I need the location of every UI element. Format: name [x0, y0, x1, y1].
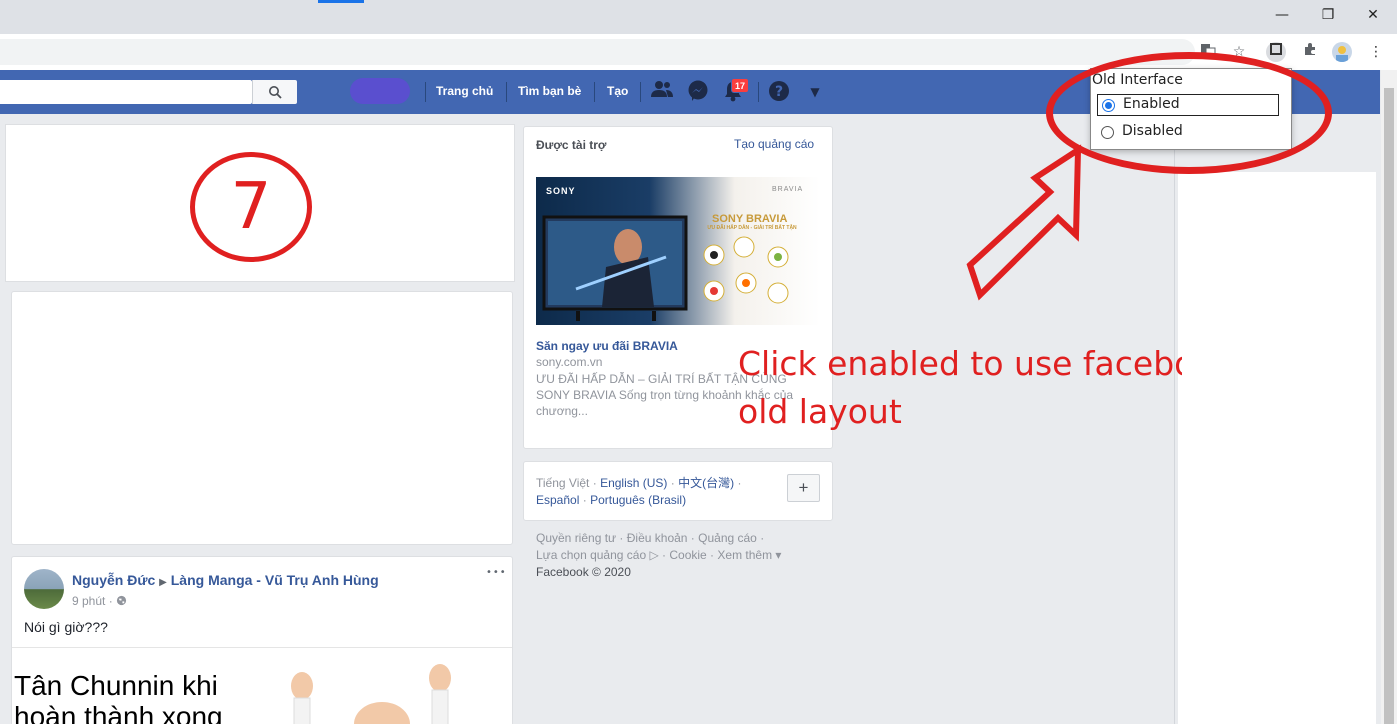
post-image[interactable]: Tân Chunnin khi hoàn thành xong — [12, 647, 512, 724]
language-list: Tiếng Việt · English (US) · 中文(台灣) · Esp… — [536, 475, 776, 509]
footer-cookie-link[interactable]: Cookie — [669, 548, 706, 562]
search-icon — [269, 86, 282, 99]
footer-ads-link[interactable]: Quảng cáo — [698, 531, 757, 545]
annotation-ellipse — [1046, 52, 1332, 174]
nav-divider — [758, 82, 759, 102]
friend-requests-icon[interactable] — [650, 80, 674, 104]
nav-divider — [594, 82, 595, 102]
post-author-avatar[interactable] — [24, 569, 64, 609]
ad-image[interactable]: SONY BRAVIA SONY BRAVIA ƯU ĐÃI HẤP DẪN -… — [536, 177, 820, 325]
post-image-caption: Tân Chunnin khi hoàn thành xong — [14, 670, 223, 724]
nav-divider — [425, 82, 426, 102]
footer-ad-choices-link[interactable]: Lựa chọn quảng cáo ▷ — [536, 548, 659, 562]
ad-brand-bravia: BRAVIA — [772, 186, 804, 193]
post-group-link[interactable]: Làng Manga - Vũ Trụ Anh Hùng — [171, 572, 379, 588]
post-card: Nguyễn Đức ▶ Làng Manga - Vũ Trụ Anh Hùn… — [11, 556, 513, 724]
arrow-icon: ▶ — [159, 577, 167, 588]
search-button[interactable] — [252, 80, 297, 104]
browser-titlebar — [0, 0, 1397, 34]
chat-sidebar-content — [1178, 172, 1376, 724]
address-bar[interactable] — [0, 39, 1195, 65]
nav-home[interactable]: Trang chủ — [436, 84, 493, 98]
svg-text:?: ? — [775, 84, 783, 100]
footer-links: Quyền riêng tư · Điều khoản · Quảng cáo … — [536, 530, 826, 581]
ad-brand-sony: SONY — [546, 186, 576, 196]
restore-button[interactable]: ❐ — [1318, 6, 1338, 24]
extension-icon[interactable] — [1266, 42, 1286, 62]
nav-create[interactable]: Tạo — [607, 84, 628, 98]
footer-privacy-link[interactable]: Quyền riêng tư — [536, 531, 616, 545]
menu-icon[interactable]: ⋮ — [1366, 42, 1386, 62]
footer-more-link[interactable]: Xem thêm ▾ — [717, 548, 781, 562]
add-language-button[interactable]: + — [787, 474, 820, 502]
help-icon[interactable]: ? — [767, 80, 791, 104]
sep: · — [582, 493, 587, 507]
stories-card — [11, 291, 513, 545]
nav-divider — [506, 82, 507, 102]
nav-divider — [640, 82, 641, 102]
create-ad-link[interactable]: Tạo quảng cáo — [734, 137, 814, 151]
post-text: Nói gì giờ??? — [24, 619, 108, 635]
annotation-arrow — [966, 144, 1082, 301]
scrollbar-thumb[interactable] — [1384, 88, 1394, 724]
globe-icon — [116, 595, 127, 606]
language-current: Tiếng Việt — [536, 476, 590, 490]
annotation-instruction: Click enabled to use facebo old layout — [738, 344, 1182, 431]
cheering-man-illustration — [291, 664, 451, 724]
search-input[interactable] — [0, 80, 252, 104]
post-time[interactable]: 9 phút — [72, 594, 105, 608]
post-timestamp[interactable]: 9 phút · — [72, 594, 127, 608]
notification-count-badge: 17 — [731, 78, 749, 93]
messenger-icon[interactable] — [686, 80, 710, 104]
minimize-button[interactable]: — — [1272, 6, 1292, 24]
post-author-link[interactable]: Nguyễn Đức — [72, 572, 155, 588]
ad-domain[interactable]: sony.com.vn — [536, 355, 602, 369]
puzzle-icon[interactable] — [1300, 42, 1320, 62]
ad-image-headline: SONY BRAVIA — [712, 213, 788, 225]
ad-title-link[interactable]: Săn ngay ưu đãi BRAVIA — [536, 339, 678, 353]
footer-copyright: Facebook © 2020 — [536, 565, 631, 579]
active-tab-indicator[interactable] — [318, 0, 364, 3]
sep: · — [737, 476, 742, 490]
ad-tv-illustration — [542, 215, 688, 321]
nav-find-friends[interactable]: Tìm bạn bè — [518, 84, 581, 98]
language-chinese[interactable]: 中文(台灣) — [678, 476, 734, 490]
post-more-options-icon[interactable]: ••• — [486, 567, 507, 578]
language-english[interactable]: English (US) — [600, 476, 667, 490]
avatar[interactable] — [1332, 42, 1352, 62]
sponsored-header: Được tài trợ — [536, 138, 607, 152]
language-portuguese[interactable]: Português (Brasil) — [590, 493, 686, 507]
language-spanish[interactable]: Español — [536, 493, 579, 507]
footer-terms-link[interactable]: Điều khoản — [627, 531, 688, 545]
profile-link[interactable] — [350, 78, 410, 104]
post-header: Nguyễn Đức ▶ Làng Manga - Vũ Trụ Anh Hùn… — [72, 572, 379, 588]
sep: · — [108, 594, 113, 608]
sep: · — [592, 476, 597, 490]
close-button[interactable]: ✕ — [1363, 6, 1383, 24]
ad-image-subline: ƯU ĐÃI HẤP DẪN - GIẢI TRÍ BẤT TẬN — [707, 225, 797, 231]
sep: · — [670, 476, 675, 490]
account-dropdown-icon[interactable]: ▼ — [803, 80, 827, 104]
annotation-step-circle: 7 — [190, 152, 312, 262]
ad-app-logos — [703, 236, 789, 304]
